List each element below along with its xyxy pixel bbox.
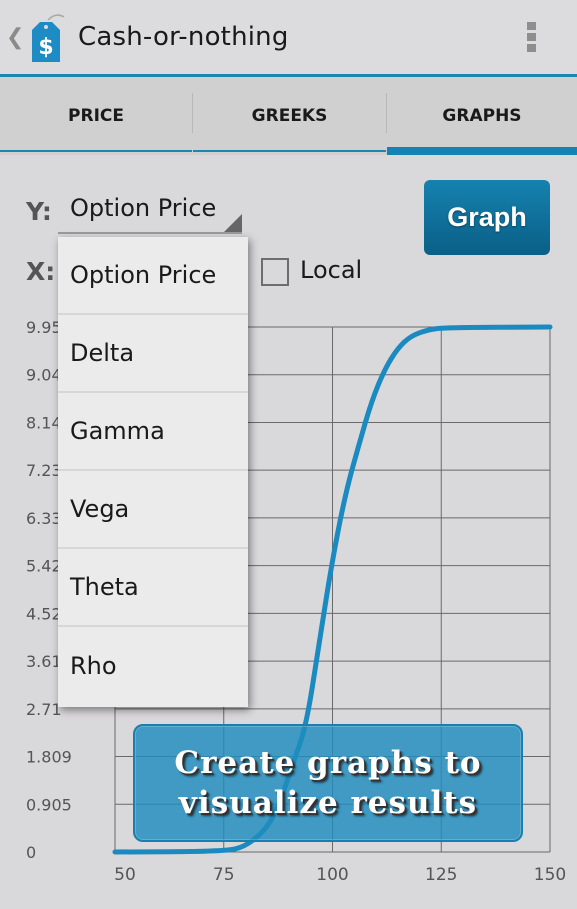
tab-graphs-label: GRAPHS: [442, 106, 522, 126]
banner-line-1: Create graphs to: [174, 745, 482, 781]
y-tick-label: 5.42: [26, 557, 62, 576]
graph-button[interactable]: Graph: [424, 180, 550, 255]
y-axis-spinner[interactable]: Option Price: [58, 190, 242, 234]
svg-text:$: $: [38, 35, 53, 60]
y-tick-label: 9.04: [26, 366, 62, 385]
dropdown-option-rho[interactable]: Rho: [58, 627, 248, 705]
tab-price-label: PRICE: [68, 106, 124, 126]
y-tick-label: 6.33: [26, 509, 62, 528]
tab-graphs[interactable]: GRAPHS: [387, 77, 577, 155]
y-tick-label: 0: [26, 843, 36, 862]
y-tick-label: 7.23: [26, 461, 62, 480]
x-tick-labels: 50 75 100 125 150: [114, 865, 566, 885]
y-axis-dropdown: Option Price Delta Gamma Vega Theta Rho: [58, 237, 248, 707]
y-tick-label: 2.71: [26, 700, 62, 719]
overflow-menu-icon[interactable]: [527, 22, 536, 56]
tab-greeks-label: GREEKS: [251, 106, 328, 126]
y-tick-label: 8.14: [26, 413, 62, 432]
dropdown-option-option-price[interactable]: Option Price: [58, 237, 248, 315]
y-axis-selected-value: Option Price: [70, 194, 217, 222]
tab-greeks[interactable]: GREEKS: [193, 77, 386, 155]
chevron-left-icon[interactable]: ❮: [6, 24, 24, 52]
dropdown-option-vega[interactable]: Vega: [58, 471, 248, 549]
y-tick-label: 3.61: [26, 652, 62, 671]
x-tick-label: 125: [425, 865, 457, 885]
tab-price[interactable]: PRICE: [0, 77, 192, 155]
y-tick-label: 1.809: [26, 748, 72, 767]
dropdown-option-theta[interactable]: Theta: [58, 549, 248, 627]
y-tick-label: 0.905: [26, 795, 72, 814]
local-checkbox[interactable]: [261, 258, 289, 286]
banner-line-2: visualize results: [178, 785, 478, 821]
x-tick-label: 50: [114, 865, 136, 885]
y-tick-label: 9.95: [26, 318, 62, 337]
y-tick-label: 4.52: [26, 604, 62, 623]
dropdown-option-delta[interactable]: Delta: [58, 315, 248, 393]
action-bar: ❮ $ Cash-or-nothing: [0, 0, 577, 77]
app-title: Cash-or-nothing: [78, 22, 289, 52]
x-tick-label: 75: [213, 865, 235, 885]
dropdown-option-gamma[interactable]: Gamma: [58, 393, 248, 471]
y-axis-selector-label: Y:: [26, 197, 52, 226]
x-axis-selector-label: X:: [26, 257, 56, 286]
tab-bar: PRICE GREEKS GRAPHS: [0, 77, 577, 155]
x-tick-label: 100: [316, 865, 348, 885]
local-label[interactable]: Local: [300, 256, 362, 284]
promo-banner: Create graphs to visualize results: [133, 724, 523, 842]
x-tick-label: 150: [534, 865, 566, 885]
dollar-price-tag-icon[interactable]: $: [26, 14, 66, 64]
spinner-arrow-icon: [224, 214, 242, 232]
